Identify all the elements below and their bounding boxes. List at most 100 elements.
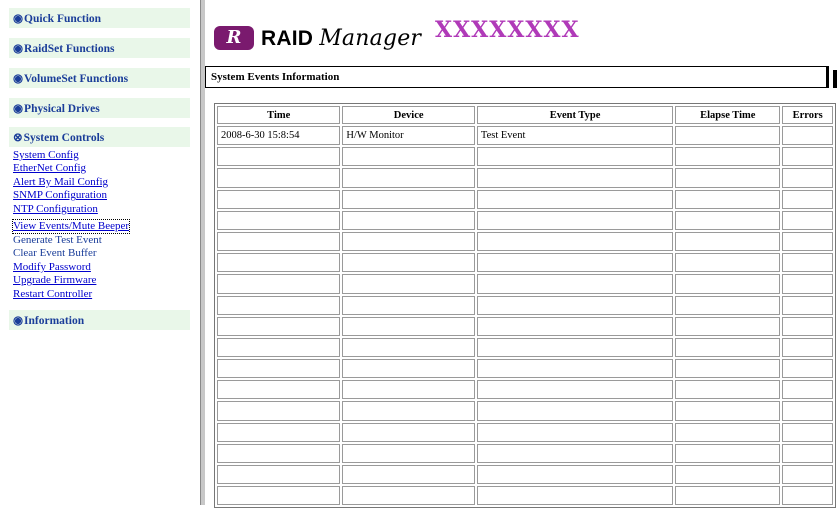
table-cell [675,401,781,421]
table-row [217,168,833,188]
expand-bullet-icon: ◉ [13,13,24,25]
section-physical-drives[interactable]: ◉Physical Drives [9,98,190,118]
table-cell [675,274,781,294]
table-cell [675,316,781,336]
section-quick-function[interactable]: ◉Quick Function [9,8,190,28]
table-cell [476,486,674,506]
table-cell [342,337,475,358]
table-cell [217,210,341,230]
table-cell [342,486,475,506]
table-cell [782,168,833,188]
table-cell [476,231,674,252]
table-cell [217,380,341,400]
menu-item-snmp-configuration[interactable]: SNMP Configuration [13,189,190,202]
menu-item-ethernet-config[interactable]: EtherNet Config [13,162,190,175]
menu-item-clear-event-buffer[interactable]: Clear Event Buffer [13,247,190,260]
table-cell [675,359,781,379]
table-cell [782,231,833,252]
table-cell [342,316,475,336]
section-volumeset-functions[interactable]: ◉VolumeSet Functions [9,68,190,88]
table-row: 2008-6-30 15:8:54 H/W Monitor Test Event [217,126,833,146]
table-cell [217,401,341,421]
section-label: Physical Drives [24,103,100,115]
expand-bullet-icon: ◉ [13,103,24,115]
section-system-controls[interactable]: ⊗System Controls [9,127,190,147]
model-name: XXXXXXXX [435,17,580,43]
table-cell [782,210,833,230]
table-cell [675,253,781,273]
table-cell [782,126,833,146]
table-cell [342,189,475,209]
table-cell: 2008-6-30 15:8:54 [217,126,341,146]
table-cell [782,189,833,209]
table-cell [782,486,833,506]
table-cell [342,231,475,252]
panel-title: System Events Information [205,66,829,88]
table-row [217,295,833,315]
menu-item-alert-by-mail-config[interactable]: Alert By Mail Config [13,176,190,189]
table-cell [782,359,833,379]
menu-item-ntp-configuration[interactable]: NTP Configuration [13,203,190,216]
table-cell [675,422,781,442]
column-header-errors: Errors [782,106,833,124]
table-row [217,189,833,209]
table-row [217,465,833,485]
table-cell [675,380,781,400]
table-cell [675,295,781,315]
table-cell [342,168,475,188]
table-cell [342,422,475,442]
table-row [217,422,833,442]
section-information[interactable]: ◉Information [9,310,190,331]
table-cell [217,359,341,379]
sidebar: ◉Quick Function ◉RaidSet Functions ◉Volu… [0,0,199,505]
table-header-row: Time Device Event Type Elapse Time Errors [217,106,833,124]
table-cell [476,465,674,485]
table-cell [476,443,674,463]
table-body: 2008-6-30 15:8:54 H/W Monitor Test Event [217,126,833,506]
table-cell [476,147,674,167]
table-row [217,253,833,273]
menu-item-view-events-mute-beeper[interactable]: View Events/Mute Beeper [11,219,131,235]
main-frame: R RAID Manager XXXXXXXX System Events In… [205,0,839,508]
table-cell [476,295,674,315]
table-cell [782,253,833,273]
system-controls-menu: System Config EtherNet Config Alert By Mai… [11,149,190,301]
section-label: VolumeSet Functions [24,73,129,85]
table-row [217,486,833,506]
table-cell [217,274,341,294]
table-cell [476,380,674,400]
table-cell [782,274,833,294]
table-row [217,147,833,167]
menu-item-modify-password[interactable]: Modify Password [13,261,190,274]
section-label: RaidSet Functions [24,43,115,55]
table-cell [342,147,475,167]
table-cell [476,253,674,273]
table-cell [217,231,341,252]
table-cell [476,274,674,294]
column-header-elapse-time: Elapse Time [675,106,781,124]
table-cell [782,380,833,400]
menu-item-restart-controller[interactable]: Restart Controller [13,288,190,301]
table-cell [675,337,781,358]
expand-bullet-icon: ◉ [13,43,24,55]
section-label: Information [24,315,85,328]
section-raidset-functions[interactable]: ◉RaidSet Functions [9,38,190,58]
table-row [217,380,833,400]
column-header-event-type: Event Type [476,106,674,124]
table-cell [675,443,781,463]
section-label: Quick Function [24,13,102,25]
table-cell [342,210,475,230]
table-cell [217,147,341,167]
menu-item-generate-test-event[interactable]: Generate Test Event [13,234,190,247]
collapse-bullet-icon: ⊗ [13,132,23,144]
section-label: System Controls [23,132,105,144]
table-row [217,443,833,463]
table-cell [782,295,833,315]
menu-item-system-config[interactable]: System Config [13,149,190,162]
table-cell [342,443,475,463]
scrollbar-edge[interactable] [833,70,837,88]
logo-word: RAID [261,27,314,50]
table-cell [217,253,341,273]
menu-item-upgrade-firmware[interactable]: Upgrade Firmware [13,274,190,287]
table-cell [217,189,341,209]
